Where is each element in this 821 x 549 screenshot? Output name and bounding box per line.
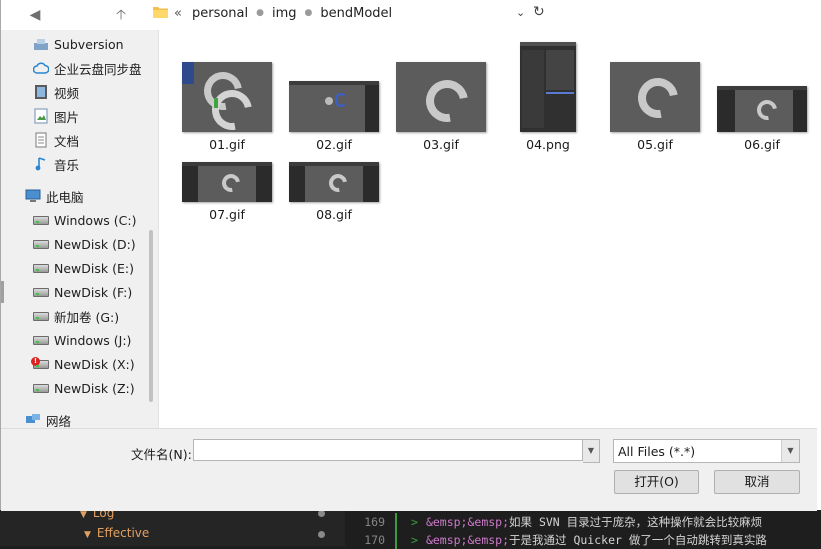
drive-icon (33, 311, 49, 321)
file-item[interactable]: 06.gif (716, 86, 808, 152)
thumbnail-image (610, 62, 700, 132)
thumbnail-image (289, 81, 379, 132)
chevron-down-icon: ▼ (80, 510, 87, 520)
file-open-dialog: ◀ 🡡 « personal ● img ● bendModel ⌄ ↻ Subversi… (0, 0, 817, 511)
sidebar-item-drive-f[interactable]: NewDisk (F:) (32, 281, 158, 303)
documents-icon (32, 132, 50, 148)
sidebar-item-music[interactable]: 音乐 (32, 153, 158, 175)
modified-dot-icon (318, 510, 325, 517)
drive-icon (33, 287, 49, 297)
thumbnail-image (396, 62, 486, 132)
thumbnail-image (182, 162, 272, 202)
sidebar-item-this-pc[interactable]: 此电脑 (24, 185, 158, 207)
breadcrumb-bendmodel[interactable]: bendModel (320, 6, 392, 21)
sidebar-item-subversion[interactable]: Subversion (32, 33, 158, 55)
file-list: 01.gif 02.gif 03.gif 04.png 05.gif 06.gi… (159, 30, 817, 428)
sidebar-item-documents[interactable]: 文档 (32, 129, 158, 151)
sidebar-item-drive-c[interactable]: Windows (C:) (32, 209, 158, 231)
breadcrumb-separator-icon: ● (256, 8, 264, 18)
sidebar-item-drive-e[interactable]: NewDisk (E:) (32, 257, 158, 279)
chevron-down-icon: ▼ (84, 530, 91, 540)
breadcrumb-img[interactable]: img (272, 6, 297, 21)
drive-icon (33, 335, 49, 345)
drive-error-icon: ! (31, 356, 49, 369)
file-item[interactable]: 07.gif (181, 162, 273, 222)
thumbnail-image (717, 86, 807, 132)
sidebar-item-drive-z[interactable]: NewDisk (Z:) (32, 377, 158, 399)
sidebar-item-network[interactable]: 网络 (24, 409, 158, 428)
code-line[interactable]: 170 > &emsp;&emsp;于是我通过 Quicker 做了一个自动跳转到真… (345, 531, 767, 549)
breadcrumb-separator-icon: ● (304, 8, 313, 18)
address-bar: ◀ 🡡 « personal ● img ● bendModel ⌄ ↻ (1, 0, 817, 30)
drive-icon (33, 383, 49, 393)
sidebar-item-drive-d[interactable]: NewDisk (D:) (32, 233, 158, 255)
computer-icon (24, 188, 42, 204)
git-change-bar (395, 531, 397, 549)
sidebar-item-drive-x[interactable]: ! NewDisk (X:) (31, 353, 158, 375)
navigation-pane: Subversion 企业云盘同步盘 视频 图片 文档 音乐 此电脑 Windo… (1, 30, 159, 428)
folder-icon (153, 7, 168, 18)
music-icon (32, 156, 50, 172)
video-icon (32, 84, 50, 100)
sidebar-item-cloud-sync[interactable]: 企业云盘同步盘 (32, 57, 158, 79)
git-change-bar (395, 513, 397, 531)
up-arrow-icon: 🡡 (115, 7, 127, 23)
modified-dot-icon (318, 531, 325, 538)
chevron-down-icon: ▼ (587, 446, 595, 455)
filename-label: 文件名(N): (131, 447, 192, 462)
chevron-down-icon: ▼ (781, 440, 799, 462)
thumbnail-image (289, 162, 379, 202)
tree-item-effective[interactable]: ▼ Effective (84, 526, 149, 540)
breadcrumb-personal[interactable]: personal (192, 6, 248, 21)
up-button[interactable]: 🡡 (111, 5, 131, 25)
drive-icon (33, 263, 49, 273)
breadcrumb: « personal ● img ● bendModel (174, 6, 392, 21)
selection-indicator (1, 281, 4, 303)
sidebar-scrollbar[interactable] (147, 30, 155, 428)
sidebar-item-drive-g[interactable]: 新加卷 (G:) (32, 305, 158, 327)
network-icon (24, 412, 42, 428)
file-item[interactable]: 04.png (502, 42, 594, 152)
filetype-select[interactable]: All Files (*.*) ▼ (613, 439, 800, 463)
sidebar-item-pictures[interactable]: 图片 (32, 105, 158, 127)
file-item[interactable]: 02.gif (288, 81, 380, 152)
cloud-icon (32, 60, 50, 76)
filename-history-dropdown[interactable]: ▼ (583, 439, 600, 463)
sidebar-item-drive-j[interactable]: Windows (J:) (32, 329, 158, 351)
refresh-icon[interactable]: ↻ (533, 4, 545, 20)
overflow-chevron-icon[interactable]: « (174, 6, 182, 21)
dialog-footer: 文件名(N): ▼ All Files (*.*) ▼ 打开(O) 取消 (1, 428, 817, 511)
thumbnail-image (520, 42, 576, 132)
open-button[interactable]: 打开(O) (614, 470, 699, 494)
subversion-icon (32, 36, 50, 52)
sidebar-scrollbar-thumb[interactable] (149, 230, 153, 402)
address-dropdown-icon[interactable]: ⌄ (516, 6, 525, 19)
file-item[interactable]: 05.gif (609, 62, 701, 152)
thumbnail-image (182, 62, 272, 132)
drive-icon (33, 239, 49, 249)
filename-input[interactable] (193, 439, 583, 461)
drive-icon (33, 215, 49, 225)
error-badge-icon: ! (31, 356, 40, 366)
file-item[interactable]: 03.gif (395, 62, 487, 152)
sidebar-item-videos[interactable]: 视频 (32, 81, 158, 103)
back-arrow-icon: ◀ (29, 7, 41, 23)
file-item[interactable]: 08.gif (288, 162, 380, 222)
cancel-button[interactable]: 取消 (714, 470, 800, 494)
file-item[interactable]: 01.gif (181, 62, 273, 152)
code-line[interactable]: 169 > &emsp;&emsp;如果 SVN 目录过于庞杂，这种操作就会比较麻烦 (345, 513, 762, 531)
back-button[interactable]: ◀ (25, 5, 45, 25)
code-lines: 169 > &emsp;&emsp;如果 SVN 目录过于庞杂，这种操作就会比较麻烦… (345, 510, 821, 549)
pictures-icon (32, 108, 50, 124)
background-editor: ▼ Log ▼ Effective 169 > &emsp;&emsp;如果 SVN 目… (0, 506, 821, 549)
explorer-tree: ▼ Log ▼ Effective (0, 506, 345, 546)
